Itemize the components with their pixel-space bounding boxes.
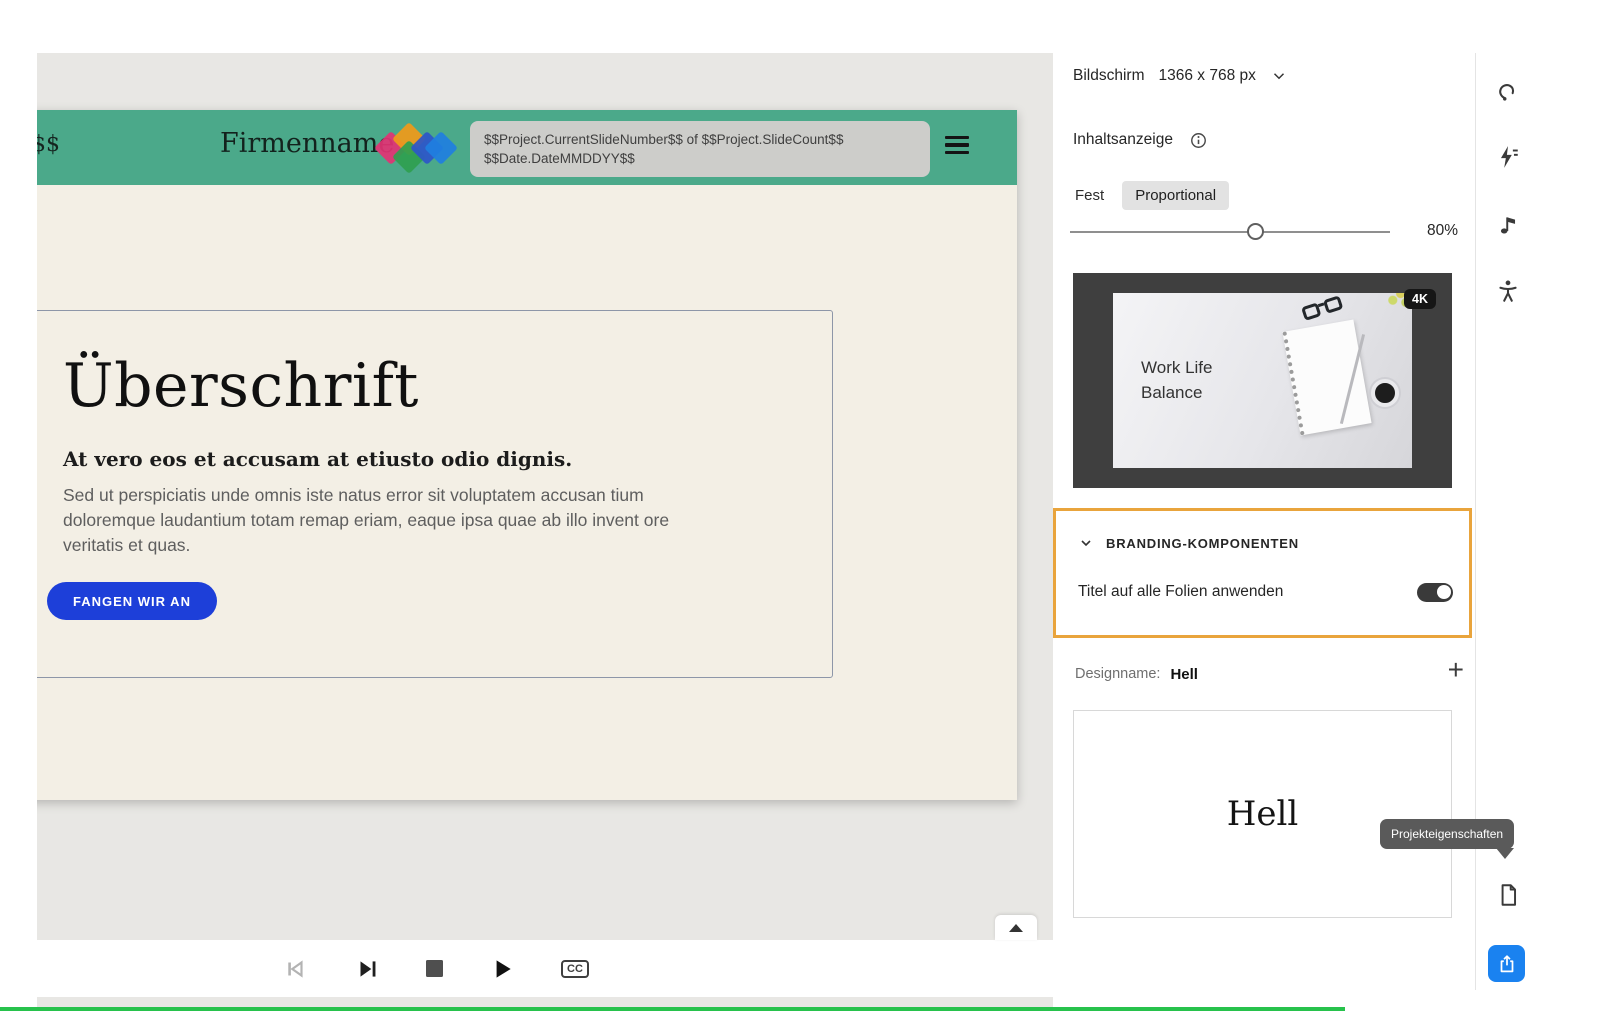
- project-properties-tooltip: Projekteigenschaften: [1380, 819, 1515, 849]
- app-window: $$ Firmenname $$Project.CurrentSlideNumb…: [0, 0, 1600, 1033]
- coffee-cup-graphic: [1371, 379, 1399, 407]
- properties-rail-button[interactable]: [1492, 75, 1524, 107]
- design-name-label: Designname:: [1075, 666, 1161, 682]
- editor-canvas: $$ Firmenname $$Project.CurrentSlideNumb…: [37, 53, 1053, 1010]
- tooltip-arrow: [1496, 848, 1514, 859]
- slide-content-box[interactable]: Überschrift At vero eos et accusam at et…: [37, 310, 833, 678]
- accessibility-person-icon: [1499, 280, 1517, 302]
- slide-counter-line2: $$Date.DateMMDDYY$$: [484, 151, 635, 166]
- 4k-badge: 4K: [1404, 289, 1436, 309]
- slide-header-bar[interactable]: $$ Firmenname $$Project.CurrentSlideNumb…: [37, 110, 1017, 185]
- accessibility-rail-button[interactable]: [1492, 275, 1524, 307]
- branding-section-header[interactable]: BRANDING-KOMPONENTEN: [1078, 535, 1299, 551]
- body-line: Sed ut perspiciatis unde omnis iste natu…: [63, 485, 644, 505]
- music-note-icon: [1500, 217, 1516, 234]
- playback-bar: CC: [37, 940, 1053, 997]
- interactions-rail-button[interactable]: [1492, 141, 1524, 173]
- play-icon: [496, 959, 511, 978]
- video-caption-line1: Work Life: [1141, 358, 1213, 377]
- collapse-player-button[interactable]: [995, 915, 1037, 940]
- slide-body-text[interactable]: Sed ut perspiciatis unde omnis iste natu…: [63, 483, 792, 558]
- audio-rail-button[interactable]: [1492, 209, 1524, 241]
- content-display-label: Inhaltsanzeige: [1073, 131, 1173, 148]
- branding-section-title: BRANDING-KOMPONENTEN: [1106, 535, 1299, 551]
- content-display-row: Inhaltsanzeige: [1073, 126, 1208, 154]
- bottom-accent-line: [0, 1007, 1345, 1011]
- cc-icon: CC: [561, 959, 589, 978]
- zoom-percent-value: 80%: [1426, 222, 1458, 239]
- skip-back-icon: [288, 959, 303, 978]
- stop-button[interactable]: [426, 960, 443, 977]
- zoom-slider-track[interactable]: [1070, 231, 1390, 233]
- video-caption: Work Life Balance: [1141, 355, 1213, 405]
- step-forward-button[interactable]: [354, 956, 380, 982]
- project-properties-rail-button[interactable]: [1492, 879, 1524, 911]
- right-icon-rail: [1476, 53, 1540, 1010]
- slide-counter-line1: $$Project.CurrentSlideNumber$$ of $$Proj…: [484, 132, 844, 147]
- screen-size-dropdown[interactable]: Bildschirm 1366 x 768 px: [1073, 61, 1288, 91]
- add-design-button[interactable]: +: [1448, 656, 1464, 684]
- apply-title-toggle[interactable]: [1417, 582, 1453, 602]
- document-icon: [1501, 884, 1517, 906]
- fit-mode-switcher: Fest Proportional: [1073, 179, 1230, 211]
- apply-title-toggle-row: Titel auf alle Folien anwenden: [1078, 577, 1453, 607]
- slide-preview[interactable]: $$ Firmenname $$Project.CurrentSlideNumb…: [37, 110, 1017, 800]
- design-name-value: Hell: [1170, 665, 1198, 683]
- body-line: veritatis et quas.: [63, 535, 191, 555]
- chevron-up-icon: [1009, 923, 1023, 932]
- company-logo[interactable]: [374, 122, 459, 174]
- chevron-down-icon: [1081, 540, 1091, 547]
- zoom-slider-thumb[interactable]: [1247, 223, 1264, 240]
- design-preview-text: Hell: [1226, 794, 1299, 834]
- zoom-slider-row: 80%: [1070, 219, 1458, 245]
- slide-cta-button[interactable]: FANGEN WIR AN: [47, 582, 217, 620]
- pointer-hook-icon: [1499, 84, 1515, 101]
- share-button[interactable]: [1488, 945, 1525, 982]
- slide-counter-placeholder[interactable]: $$Project.CurrentSlideNumber$$ of $$Proj…: [470, 121, 930, 177]
- chevron-down-icon: [1273, 73, 1284, 80]
- notebook-graphic: [1282, 319, 1372, 436]
- apply-title-toggle-label: Titel auf alle Folien anwenden: [1078, 583, 1284, 600]
- lightning-icon: [1500, 146, 1518, 168]
- properties-panel: Bildschirm 1366 x 768 px Inhaltsanzeige …: [1053, 53, 1475, 1010]
- design-name-row: Designname: Hell +: [1075, 656, 1464, 690]
- header-left-placeholder[interactable]: $$: [37, 132, 60, 157]
- playback-controls: CC: [282, 940, 589, 997]
- fit-option-proportional[interactable]: Proportional: [1122, 180, 1230, 210]
- previous-slide-button[interactable]: [282, 956, 308, 982]
- screen-label: Bildschirm: [1073, 67, 1145, 84]
- play-button[interactable]: [489, 956, 515, 982]
- body-line: doloremque laudantium totam remap eriam,…: [63, 510, 670, 530]
- closed-captions-button[interactable]: CC: [561, 959, 589, 978]
- fit-option-fixed[interactable]: Fest: [1073, 181, 1106, 210]
- info-icon[interactable]: [1189, 131, 1208, 150]
- video-preview[interactable]: Work Life Balance 4K: [1073, 273, 1452, 488]
- design-preview-card[interactable]: Hell: [1073, 710, 1452, 918]
- step-forward-icon: [360, 960, 376, 977]
- video-caption-line2: Balance: [1141, 383, 1203, 402]
- video-still-image: Work Life Balance: [1113, 293, 1412, 468]
- screen-size-value: 1366 x 768 px: [1158, 67, 1256, 84]
- branding-components-section: BRANDING-KOMPONENTEN Titel auf alle Foli…: [1053, 508, 1472, 638]
- slide-menu-icon[interactable]: [945, 136, 969, 158]
- company-name-text[interactable]: Firmenname: [220, 128, 394, 159]
- slide-subheading[interactable]: At vero eos et accusam at etiusto odio d…: [63, 447, 792, 471]
- share-export-icon: [1500, 954, 1513, 972]
- slide-heading[interactable]: Überschrift: [63, 351, 792, 421]
- stop-icon: [426, 960, 443, 977]
